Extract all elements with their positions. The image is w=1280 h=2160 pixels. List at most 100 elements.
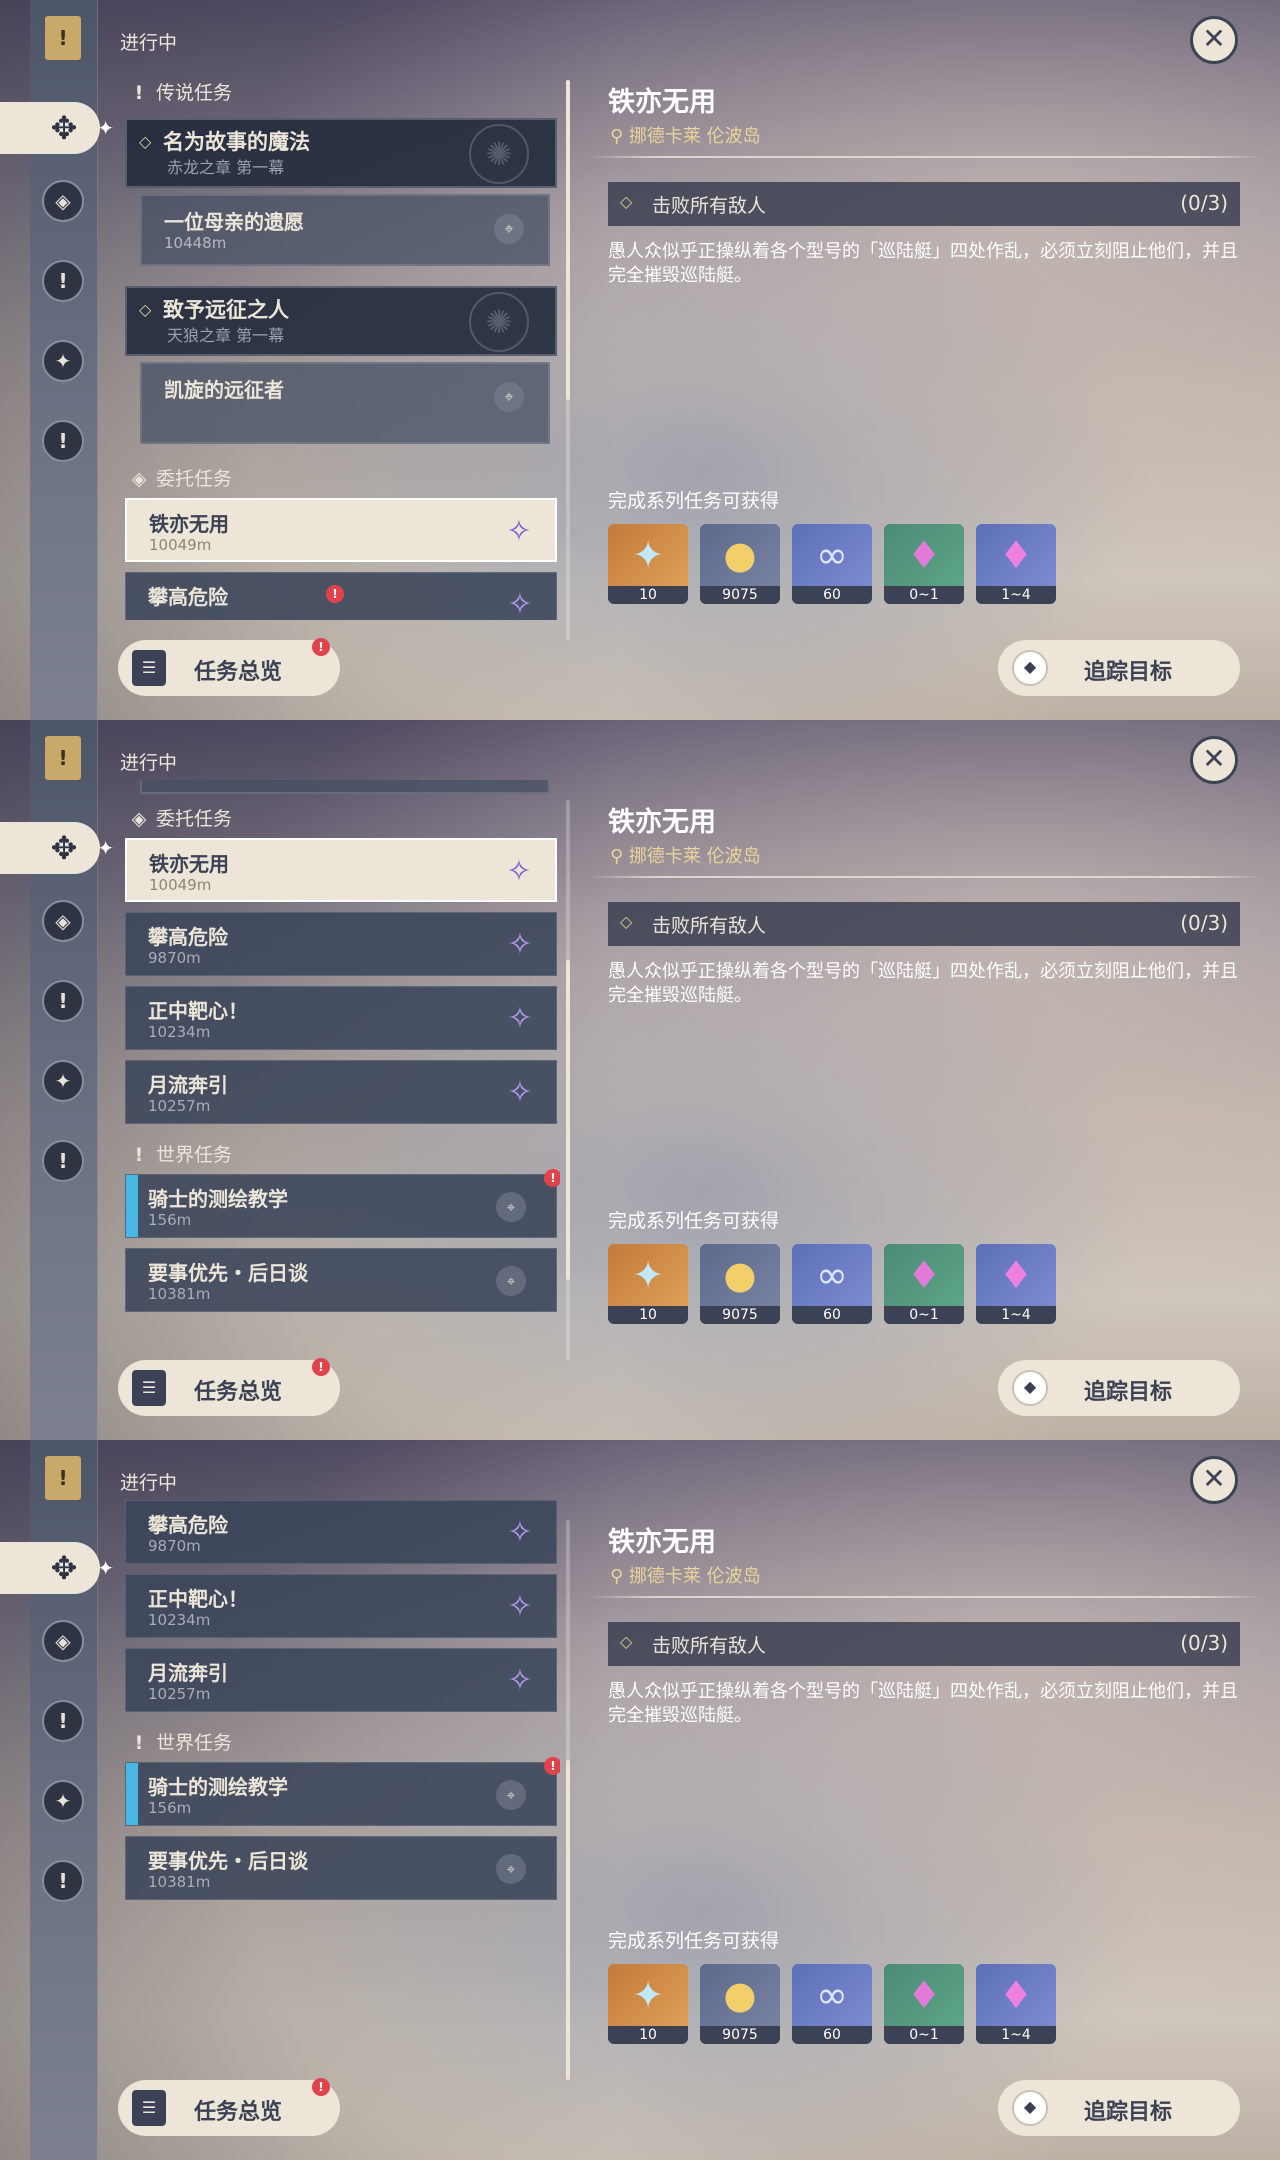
bookmark-icon[interactable]: !	[45, 16, 81, 60]
location-pin-icon[interactable]: ⌖	[496, 1780, 526, 1810]
crystal-cluster-icon: ♦	[998, 1253, 1034, 1297]
commission-item-selected[interactable]: 铁亦无用 10049m ✧	[125, 498, 557, 562]
reward-crystal-cluster[interactable]: ♦ 1~4	[976, 1244, 1056, 1324]
commission-item[interactable]: 月流奔引 10257m ✧	[125, 1060, 557, 1124]
commission-item[interactable]: 攀高危险 9870m ✧	[125, 912, 557, 976]
quest-list[interactable]: ! 传说任务 ◇ 名为故事的魔法 赤龙之章 第一幕 ✺ 一位母亲的遗愿 10448…	[120, 60, 560, 620]
legend-category-icon[interactable]: ◈	[42, 900, 84, 942]
reward-crystal-chunk[interactable]: ♦ 0~1	[884, 524, 964, 604]
location-pin-icon[interactable]: ⌖	[496, 1266, 526, 1296]
quest-location: ⚲ 挪德卡莱 伦波岛	[610, 1566, 761, 1587]
commission-item[interactable]: 攀高危险 ! ✧	[125, 572, 557, 620]
commission-star-icon: ✧	[507, 587, 533, 620]
legend-quest-step[interactable]	[140, 780, 550, 794]
bookmark-icon[interactable]: !	[45, 736, 81, 780]
location-pin-icon: ⚲	[610, 1566, 629, 1587]
commission-category-icon[interactable]: ✦	[42, 1780, 84, 1822]
location-pin-icon[interactable]: ⌖	[496, 1854, 526, 1884]
legend-quest-step[interactable]: 凯旋的远征者 ⌖	[140, 362, 550, 444]
reward-mora[interactable]: ● 9075	[700, 524, 780, 604]
commission-item[interactable]: 正中靶心！ 10234m ✧	[125, 986, 557, 1050]
world-section-icon: !	[134, 1144, 144, 1166]
commission-star-icon: ✧	[507, 1075, 533, 1110]
adventure-exp-icon: ∞	[816, 1973, 848, 2017]
track-diamond-icon: ◆	[1012, 1370, 1048, 1406]
list-scroll-thumb[interactable]	[566, 80, 570, 400]
reward-adventure-exp[interactable]: ∞ 60	[792, 524, 872, 604]
world-category-icon[interactable]: !	[42, 1140, 84, 1182]
reward-crystal-chunk[interactable]: ♦ 0~1	[884, 1964, 964, 2044]
location-pin-icon[interactable]: ⌖	[496, 1192, 526, 1222]
legend-category-icon[interactable]: ◈	[42, 180, 84, 222]
reward-primogem[interactable]: ✦ 10	[608, 524, 688, 604]
world-quest-item-tracked[interactable]: 骑士的测绘教学 156m ⌖ !	[125, 1757, 560, 1826]
close-button[interactable]: ✕	[1190, 736, 1238, 784]
in-progress-label: 进行中	[120, 752, 178, 774]
archon-category-icon[interactable]: !	[42, 260, 84, 302]
list-scroll-thumb[interactable]	[566, 1760, 570, 2080]
world-quest-item-tracked[interactable]: 骑士的测绘教学 156m ⌖ !	[125, 1169, 560, 1238]
quest-overview-button[interactable]: ☰ 任务总览 !	[118, 1358, 340, 1416]
location-pin-icon: ⚲	[610, 126, 629, 147]
quest-list[interactable]: ◈ 委托任务 铁亦无用 10049m ✧ 攀高危险 9870m ✧ 正中靶心！ 1…	[120, 780, 560, 1340]
track-objective-button[interactable]: ◆ 追踪目标	[998, 2080, 1240, 2136]
legend-quest-header[interactable]: ◇ 名为故事的魔法 赤龙之章 第一幕 ✺	[125, 118, 557, 188]
legend-category-icon[interactable]: ◈	[42, 1620, 84, 1662]
commission-item-selected[interactable]: 铁亦无用 10049m ✧	[125, 838, 557, 902]
divider	[588, 1596, 1264, 1598]
track-objective-button[interactable]: ◆ 追踪目标	[998, 640, 1240, 696]
legend-quest-header[interactable]: ◇ 致予远征之人 天狼之章 第一幕 ✺	[125, 286, 557, 356]
tracked-indicator	[126, 1175, 138, 1237]
primogem-icon: ✦	[632, 1973, 664, 2017]
commission-category-icon[interactable]: ✦	[42, 340, 84, 382]
crystal-chunk-icon: ♦	[906, 1253, 942, 1297]
quest-overview-button[interactable]: ☰ 任务总览 !	[118, 638, 340, 696]
quest-book-icon: ☰	[132, 2090, 166, 2126]
world-section-icon: !	[134, 1732, 144, 1754]
reward-mora[interactable]: ● 9075	[700, 1244, 780, 1324]
world-quest-item[interactable]: 要事优先・后日谈 10381m ⌖	[125, 1836, 557, 1900]
rewards-heading: 完成系列任务可获得	[608, 1210, 780, 1232]
bookmark-icon[interactable]: !	[45, 1456, 81, 1500]
commission-category-icon[interactable]: ✦	[42, 1060, 84, 1102]
quest-list[interactable]: 攀高危险 9870m ✧ 正中靶心！ 10234m ✧ 月流奔引 10257m …	[120, 1500, 560, 2060]
quest-screen-2: ! ◈ ! ✦ ! ✥ ✦ 进行中 ✕ ◈ 委托任务 铁亦无用 10049m ✧ 攀…	[0, 720, 1280, 1440]
reward-crystal-cluster[interactable]: ♦ 1~4	[976, 524, 1056, 604]
reward-mora[interactable]: ● 9075	[700, 1964, 780, 2044]
quest-description: 愚人众似乎正操纵着各个型号的「巡陆艇」四处作乱，必须立刻阻止他们，并且完全摧毁巡…	[608, 1681, 1238, 1726]
reward-crystal-cluster[interactable]: ♦ 1~4	[976, 1964, 1056, 2044]
all-quests-tab-selected[interactable]: ✥ ✦	[0, 822, 114, 874]
reward-crystal-chunk[interactable]: ♦ 0~1	[884, 1244, 964, 1324]
world-category-icon[interactable]: !	[42, 420, 84, 462]
location-pin-icon[interactable]: ⌖	[494, 382, 524, 412]
archon-category-icon[interactable]: !	[42, 1700, 84, 1742]
location-pin-icon[interactable]: ⌖	[494, 214, 524, 244]
commission-item[interactable]: 攀高危险 9870m ✧	[125, 1500, 557, 1564]
world-quest-item[interactable]: 要事优先・后日谈 10381m ⌖	[125, 1248, 557, 1312]
close-button[interactable]: ✕	[1190, 1456, 1238, 1504]
reward-adventure-exp[interactable]: ∞ 60	[792, 1244, 872, 1324]
tracked-diamond-icon: ◇	[139, 132, 152, 151]
commission-star-icon: ✧	[507, 1515, 533, 1550]
world-category-icon[interactable]: !	[42, 1860, 84, 1902]
all-quests-tab-selected[interactable]: ✥ ✦	[0, 1542, 114, 1594]
mora-icon: ●	[723, 533, 757, 577]
close-button[interactable]: ✕	[1190, 16, 1238, 64]
archon-category-icon[interactable]: !	[42, 980, 84, 1022]
list-scroll-thumb[interactable]	[566, 960, 570, 1280]
rewards-heading: 完成系列任务可获得	[608, 1930, 780, 1952]
legend-quest-step[interactable]: 一位母亲的遗愿 10448m ⌖	[140, 194, 550, 266]
objective-diamond-icon: ◇	[620, 912, 633, 931]
commission-item[interactable]: 月流奔引 10257m ✧	[125, 1648, 557, 1712]
all-quests-tab-selected[interactable]: ✥ ✦	[0, 102, 114, 154]
quest-overview-button[interactable]: ☰ 任务总览 !	[118, 2078, 340, 2136]
track-objective-button[interactable]: ◆ 追踪目标	[998, 1360, 1240, 1416]
track-diamond-icon: ◆	[1012, 2090, 1048, 2126]
primogem-icon: ✦	[632, 1253, 664, 1297]
reward-adventure-exp[interactable]: ∞ 60	[792, 1964, 872, 2044]
section-world: ! 世界任务	[130, 1728, 232, 1755]
commission-item[interactable]: 正中靶心！ 10234m ✧	[125, 1574, 557, 1638]
reward-primogem[interactable]: ✦ 10	[608, 1964, 688, 2044]
reward-primogem[interactable]: ✦ 10	[608, 1244, 688, 1324]
quest-description: 愚人众似乎正操纵着各个型号的「巡陆艇」四处作乱，必须立刻阻止他们，并且完全摧毁巡…	[608, 241, 1238, 286]
